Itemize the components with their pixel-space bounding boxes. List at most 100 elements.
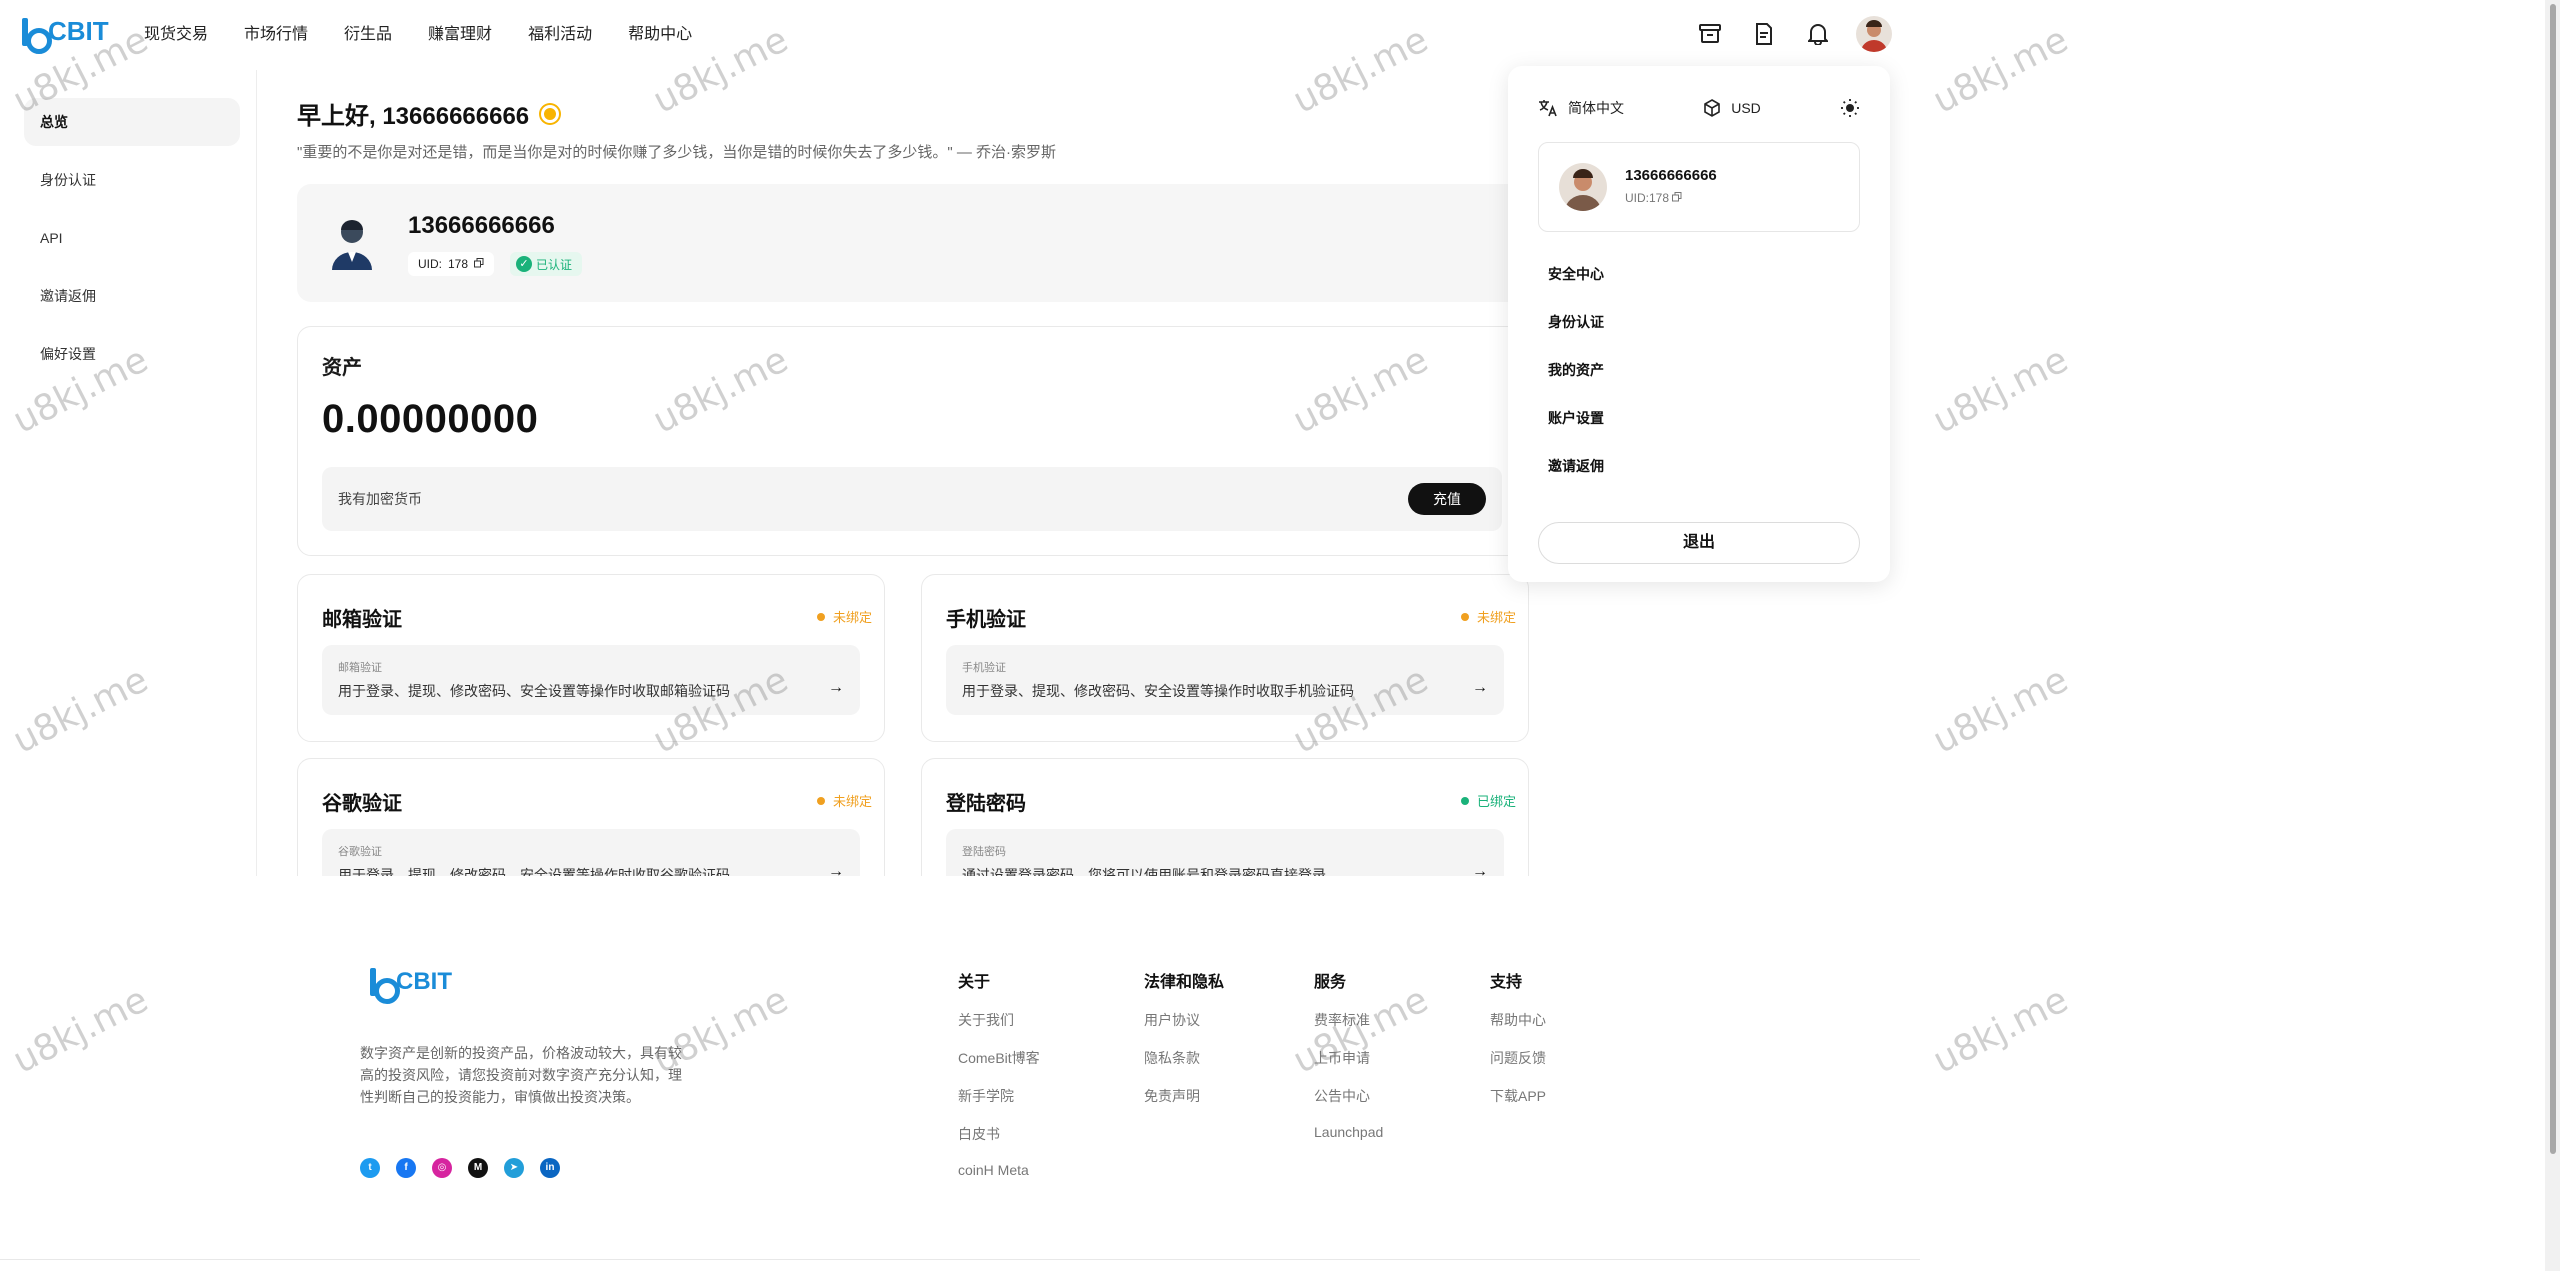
copy-icon[interactable] — [474, 252, 484, 276]
nav-derivatives[interactable]: 衍生品 — [344, 20, 392, 44]
top-header: CBIT 现货交易 市场行情 衍生品 赚富理财 福利活动 帮助中心 — [0, 0, 1920, 64]
menu-account-settings[interactable]: 账户设置 — [1548, 394, 1604, 442]
arrow-right-icon: → — [828, 679, 844, 696]
nav-rewards[interactable]: 福利活动 — [528, 20, 592, 44]
footer-link[interactable]: 用户协议 — [1144, 1010, 1224, 1030]
logo-mark-icon — [22, 17, 52, 54]
status-badge: 未绑定 — [1460, 607, 1516, 626]
card-title: 登陆密码 — [946, 793, 1026, 815]
sun-theme-icon — [1841, 99, 1859, 117]
user-avatar[interactable] — [1856, 16, 1892, 52]
dropdown-menu: 安全中心 身份认证 我的资产 账户设置 邀请返佣 — [1548, 250, 1604, 490]
profile-avatar — [327, 214, 377, 270]
sidebar-divider — [256, 70, 257, 876]
footer-link[interactable]: coinH Meta — [958, 1162, 1040, 1182]
arrow-right-icon: → — [1472, 679, 1488, 696]
status-badge: 未绑定 — [816, 791, 872, 810]
footer-link[interactable]: 新手学院 — [958, 1086, 1040, 1106]
bell-icon[interactable] — [1802, 18, 1834, 50]
footer-col-support: 支持 帮助中心 问题反馈 下载APP — [1490, 968, 1546, 1124]
footer-link[interactable]: 公告中心 — [1314, 1086, 1383, 1106]
document-icon[interactable] — [1748, 18, 1780, 50]
nav-help-center[interactable]: 帮助中心 — [628, 20, 692, 44]
box-desc: 用于登录、提现、修改密码、安全设置等操作时收取邮箱验证码 — [338, 683, 730, 699]
nav-wealth[interactable]: 赚富理财 — [428, 20, 492, 44]
medium-icon[interactable]: M — [468, 1158, 488, 1178]
footer-link[interactable]: 白皮书 — [958, 1124, 1040, 1144]
watermark: u8kj.me — [1926, 19, 2075, 122]
footer-link[interactable]: 下载APP — [1490, 1086, 1546, 1106]
footer-logo[interactable]: CBIT — [370, 968, 452, 1004]
footer-disclaimer: 数字资产是创新的投资产品，价格波动较大，具有较高的投资风险，请您投资前对数字资产… — [360, 1045, 682, 1105]
verified-label: 已认证 — [536, 257, 573, 272]
menu-referral[interactable]: 邀请返佣 — [1548, 442, 1604, 490]
sidebar-item-identity[interactable]: 身份认证 — [24, 156, 240, 204]
sidebar-item-api[interactable]: API — [24, 214, 240, 262]
nav-markets[interactable]: 市场行情 — [244, 20, 308, 44]
footer-col-legal: 法律和隐私 用户协议 隐私条款 免责声明 — [1144, 968, 1224, 1124]
box-desc: 用于登录、提现、修改密码、安全设置等操作时收取手机验证码 — [962, 683, 1354, 699]
footer-col-title: 法律和隐私 — [1144, 974, 1225, 991]
scrollbar-thumb[interactable] — [2550, 4, 2556, 1154]
greeting-text: 早上好, 13666666666 — [297, 103, 530, 130]
status-text: 未绑定 — [832, 610, 872, 625]
app-window: CBIT 现货交易 市场行情 衍生品 赚富理财 福利活动 帮助中心 总览 身份认… — [0, 0, 1920, 1271]
box-label: 谷歌验证 — [338, 846, 382, 858]
footer-link[interactable]: 关于我们 — [958, 1010, 1040, 1030]
footer-link[interactable]: Launchpad — [1314, 1124, 1383, 1144]
uid-label: UID: — [418, 257, 442, 271]
theme-toggle[interactable] — [1840, 98, 1860, 118]
translate-icon — [1539, 100, 1557, 117]
menu-identity[interactable]: 身份认证 — [1548, 298, 1604, 346]
asset-value: 0.00000000 — [322, 397, 539, 441]
login-password-card: 登陆密码 已绑定 登陆密码 通过设置登录密码，您将可以使用账号和登录密码直接登录… — [921, 758, 1529, 876]
status-text: 已绑定 — [1476, 794, 1516, 809]
menu-security-center[interactable]: 安全中心 — [1548, 250, 1604, 298]
telegram-icon[interactable]: ➤ — [504, 1158, 524, 1178]
instagram-icon[interactable]: ◎ — [432, 1158, 452, 1178]
currency-label: USD — [1731, 100, 1761, 116]
google-verification-link[interactable]: 谷歌验证 用于登录、提现、修改密码、安全设置等操作时收取谷歌验证码 → — [322, 829, 860, 876]
menu-my-assets[interactable]: 我的资产 — [1548, 346, 1604, 394]
footer-link[interactable]: ComeBit博客 — [958, 1048, 1040, 1068]
currency-selector[interactable]: USD — [1703, 99, 1761, 117]
asset-title: 资产 — [322, 357, 362, 379]
facebook-icon[interactable]: f — [396, 1158, 416, 1178]
language-label: 简体中文 — [1568, 100, 1624, 116]
phone-verification-card: 手机验证 未绑定 手机验证 用于登录、提现、修改密码、安全设置等操作时收取手机验… — [921, 574, 1529, 742]
footer-link[interactable]: 隐私条款 — [1144, 1048, 1224, 1068]
archive-icon[interactable] — [1694, 18, 1726, 50]
uid-chip[interactable]: UID: 178 — [408, 252, 495, 276]
footer-link[interactable]: 免责声明 — [1144, 1086, 1224, 1106]
arrow-right-icon: → — [828, 863, 844, 876]
login-password-link[interactable]: 登陆密码 通过设置登录密码，您将可以使用账号和登录密码直接登录 → — [946, 829, 1504, 876]
email-verification-card: 邮箱验证 未绑定 邮箱验证 用于登录、提现、修改密码、安全设置等操作时收取邮箱验… — [297, 574, 885, 742]
profile-card: 13666666666 UID: 178 ✓ 已认证 — [297, 184, 1529, 302]
verified-badge: ✓ 已认证 — [510, 252, 583, 276]
status-badge: 已绑定 — [1460, 791, 1516, 810]
status-dot-icon — [1460, 612, 1469, 621]
social-links: t f ◎ M ➤ in — [360, 1158, 560, 1178]
box-label: 登陆密码 — [962, 846, 1006, 858]
logout-button[interactable]: 退出 — [1538, 522, 1860, 564]
box-label: 邮箱验证 — [338, 662, 382, 674]
sun-icon — [537, 101, 563, 127]
dropdown-user-card[interactable]: 13666666666 UID:178 — [1538, 142, 1860, 232]
status-dot-icon — [816, 796, 825, 805]
asset-card: 资产 0.00000000 我有加密货币 充值 — [297, 326, 1529, 556]
deposit-button[interactable]: 充值 — [1408, 483, 1486, 515]
footer: CBIT 数字资产是创新的投资产品，价格波动较大，具有较高的投资风险，请您投资前… — [0, 930, 1920, 1270]
footer-link[interactable]: 帮助中心 — [1490, 1010, 1546, 1030]
arrow-right-icon: → — [1472, 863, 1488, 876]
sidebar-item-referral[interactable]: 邀请返佣 — [24, 272, 240, 320]
status-text: 未绑定 — [832, 794, 872, 809]
copy-icon[interactable] — [1672, 192, 1682, 202]
linkedin-icon[interactable]: in — [540, 1158, 560, 1178]
nav-spot-trading[interactable]: 现货交易 — [144, 20, 208, 44]
logo-mark-icon — [370, 968, 400, 1004]
footer-link[interactable]: 问题反馈 — [1490, 1048, 1546, 1068]
check-icon: ✓ — [516, 256, 532, 272]
language-selector[interactable]: 简体中文 — [1538, 98, 1624, 118]
twitter-icon[interactable]: t — [360, 1158, 380, 1178]
status-badge: 未绑定 — [816, 607, 872, 626]
